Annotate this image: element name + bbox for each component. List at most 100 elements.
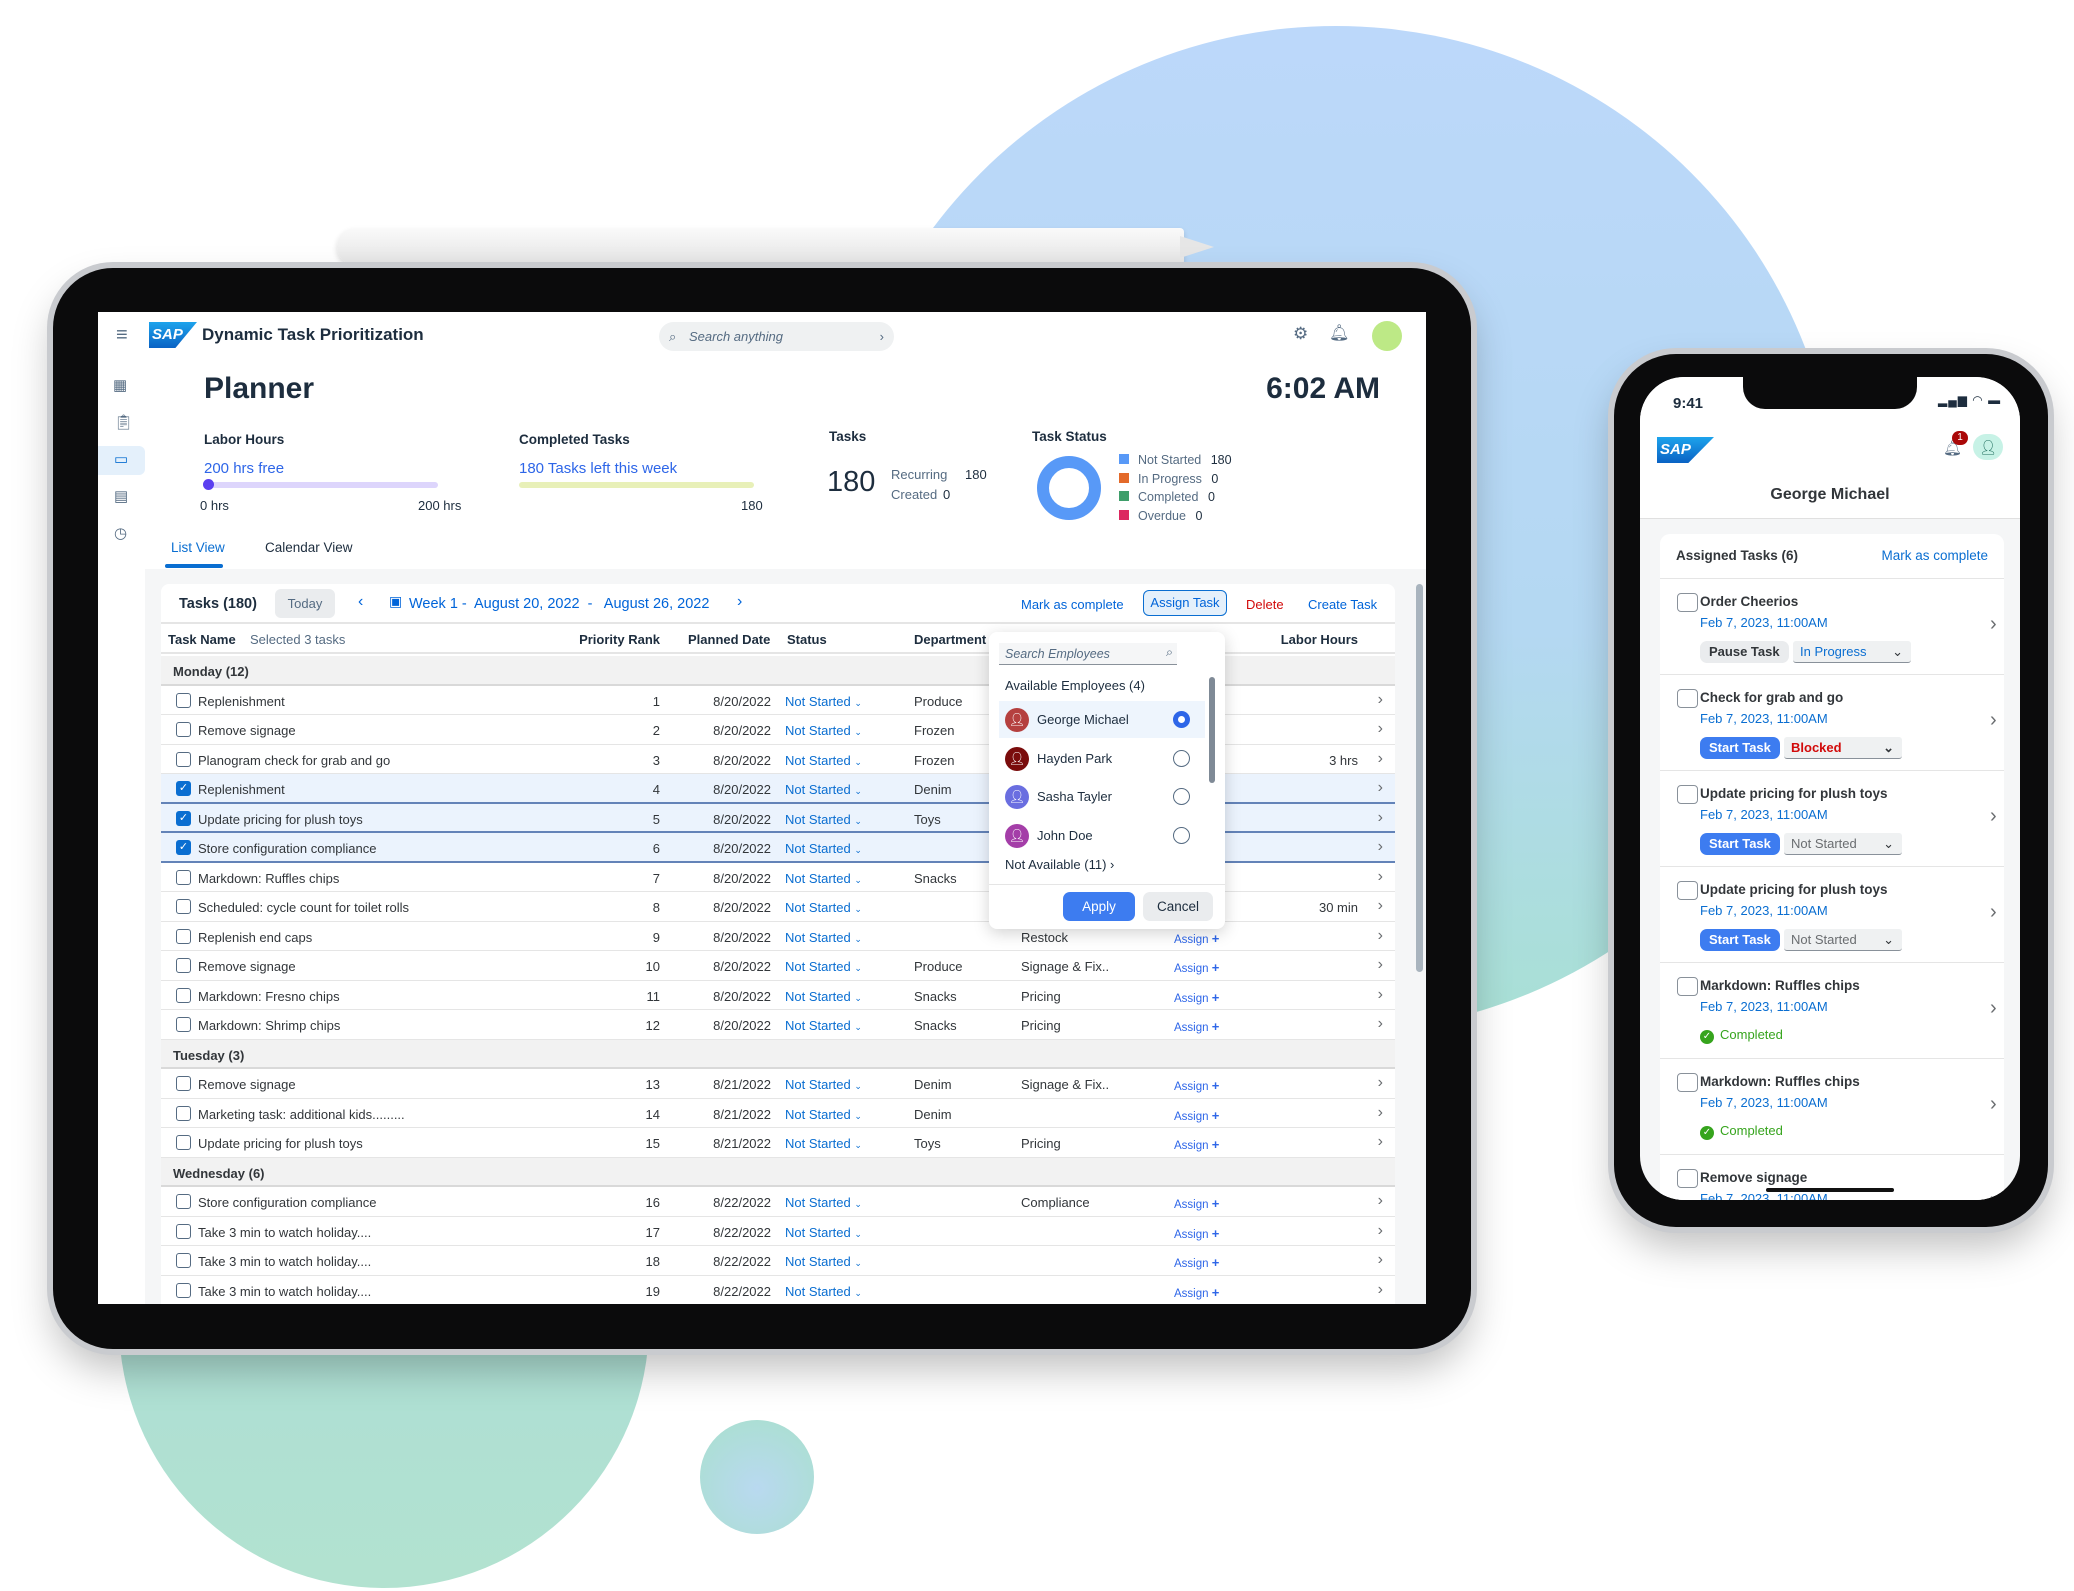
status-dropdown[interactable]: Not Started ⌄ (785, 930, 862, 945)
task-checkbox[interactable] (1677, 977, 1698, 996)
table-row[interactable]: Markdown: Shrimp chips 12 8/20/2022 Not Sta… (161, 1010, 1395, 1040)
task-checkbox[interactable] (1677, 1169, 1698, 1188)
assign-link[interactable]: Assign + (1174, 1019, 1219, 1034)
row-checkbox[interactable] (176, 987, 191, 1003)
assign-link[interactable]: Assign + (1174, 931, 1219, 946)
row-checkbox[interactable]: ✓ (176, 781, 191, 796)
chevron-right-icon[interactable]: › (1378, 1104, 1383, 1122)
assigned-task-item[interactable]: Update pricing for plush toys Feb 7, 2023… (1660, 770, 2004, 866)
assign-link[interactable]: Assign + (1174, 1108, 1219, 1123)
assign-link[interactable]: Assign + (1174, 1196, 1219, 1211)
assign-link[interactable]: Assign + (1174, 1137, 1219, 1152)
chevron-right-icon[interactable]: › (1990, 613, 1997, 636)
status-dropdown[interactable]: Not Started ⌄ (785, 871, 862, 886)
group-row[interactable]: Wednesday (6) (161, 1157, 1395, 1187)
hamburger-menu-icon[interactable]: ≡ (116, 324, 128, 347)
table-row[interactable]: Marketing task: additional kids.........… (161, 1098, 1395, 1128)
assigned-task-item[interactable]: Markdown: Ruffles chips Feb 7, 2023, 11:0… (1660, 962, 2004, 1058)
table-row[interactable]: Markdown: Fresno chips 11 8/20/2022 Not Sta… (161, 980, 1395, 1010)
status-dropdown[interactable]: Not Started ⌄ (785, 900, 862, 915)
employee-radio[interactable] (1173, 788, 1190, 805)
status-select[interactable]: Blocked ⌄ (1784, 737, 1902, 759)
assigned-task-item[interactable]: Order Cheerios Feb 7, 2023, 11:00AM Pause … (1660, 578, 2004, 674)
assign-link[interactable]: Assign + (1174, 990, 1219, 1005)
col-task-name[interactable]: Task Name (168, 632, 236, 647)
chevron-right-icon[interactable]: › (1990, 805, 1997, 828)
chevron-right-icon[interactable]: › (1378, 1133, 1383, 1151)
row-checkbox[interactable] (176, 1282, 191, 1298)
user-avatar-icon[interactable]: 👤︎ (1973, 434, 2003, 460)
col-priority[interactable]: Priority Rank (579, 632, 660, 647)
sidebar-list-icon[interactable]: ▤ (114, 487, 128, 505)
row-checkbox[interactable] (176, 958, 191, 973)
row-checkbox[interactable] (176, 1076, 191, 1091)
start-task-button[interactable]: Start Task (1700, 929, 1780, 951)
table-row[interactable]: Take 3 min to watch holiday.... 17 8/22/20… (161, 1216, 1395, 1246)
chevron-right-icon[interactable]: › (1378, 1222, 1383, 1240)
chevron-right-icon[interactable]: › (1378, 986, 1383, 1004)
status-select[interactable]: Not Started ⌄ (1784, 929, 1902, 951)
status-dropdown[interactable]: Not Started ⌄ (785, 1284, 862, 1299)
bell-icon[interactable]: 🔔︎ (1329, 323, 1349, 343)
col-labor-hours[interactable]: Labor Hours (1281, 632, 1358, 647)
task-checkbox[interactable] (1677, 1073, 1698, 1092)
assigned-task-item[interactable]: Check for grab and go Feb 7, 2023, 11:00A… (1660, 674, 2004, 770)
row-checkbox[interactable] (176, 692, 191, 708)
task-checkbox[interactable] (1677, 593, 1698, 612)
tab-list-view[interactable]: List View (171, 540, 225, 555)
row-checkbox[interactable] (176, 722, 191, 737)
assign-link[interactable]: Assign + (1174, 1255, 1219, 1270)
delete-button[interactable]: Delete (1246, 597, 1284, 612)
chevron-right-icon[interactable]: › (1378, 1281, 1383, 1299)
chevron-right-icon[interactable]: › (1378, 809, 1383, 827)
row-checkbox[interactable]: ✓ (176, 840, 191, 855)
mark-complete-button[interactable]: Mark as complete (1021, 597, 1124, 612)
gear-icon[interactable]: ⚙ (1293, 324, 1308, 344)
assign-link[interactable]: Assign + (1174, 1285, 1219, 1300)
today-button[interactable]: Today (275, 589, 335, 618)
row-checkbox[interactable] (176, 1223, 191, 1239)
start-task-button[interactable]: Start Task (1700, 737, 1780, 759)
group-row[interactable]: Tuesday (3) (161, 1039, 1395, 1069)
chevron-right-icon[interactable]: › (1378, 779, 1383, 797)
sidebar-dashboard-icon[interactable]: ▦ (113, 376, 127, 394)
employee-radio[interactable] (1173, 711, 1190, 728)
create-task-button[interactable]: Create Task (1308, 597, 1377, 612)
col-department[interactable]: Department (914, 632, 986, 647)
status-dropdown[interactable]: Not Started ⌄ (785, 812, 862, 827)
status-dropdown[interactable]: Not Started ⌄ (785, 723, 862, 738)
status-dropdown[interactable]: Not Started ⌄ (785, 1077, 862, 1092)
table-row[interactable]: Remove signage 13 8/21/2022 Not Started ⌄ De… (161, 1069, 1395, 1099)
task-checkbox[interactable] (1677, 785, 1698, 804)
table-row[interactable]: Store configuration compliance 16 8/22/202… (161, 1187, 1395, 1217)
assigned-task-item[interactable]: Update pricing for plush toys Feb 7, 2023… (1660, 866, 2004, 962)
row-checkbox[interactable] (176, 1017, 191, 1032)
status-dropdown[interactable]: Not Started ⌄ (785, 989, 862, 1004)
row-checkbox[interactable] (176, 751, 191, 767)
chevron-right-icon[interactable]: › (1378, 691, 1383, 709)
not-available-link[interactable]: Not Available (11) › (1005, 857, 1114, 872)
status-dropdown[interactable]: Not Started ⌄ (785, 782, 862, 797)
chevron-right-icon[interactable]: › (1378, 1192, 1383, 1210)
status-dropdown[interactable]: Not Started ⌄ (785, 1107, 862, 1122)
assign-task-button[interactable]: Assign Task (1143, 590, 1227, 616)
sidebar-clipboard-icon[interactable]: 📋︎ (114, 413, 133, 431)
status-dropdown[interactable]: Not Started ⌄ (785, 1018, 862, 1033)
table-row[interactable]: Take 3 min to watch holiday.... 19 8/22/20… (161, 1275, 1395, 1304)
assigned-task-item[interactable]: Remove signage Feb 7, 2023, 11:00AM › (1660, 1154, 2004, 1200)
status-dropdown[interactable]: Not Started ⌄ (785, 1136, 862, 1151)
col-planned-date[interactable]: Planned Date (688, 632, 770, 647)
table-row[interactable]: Update pricing for plush toys 15 8/21/2022… (161, 1128, 1395, 1158)
prev-week-icon[interactable]: ‹ (358, 593, 363, 611)
sidebar-calendar-icon[interactable]: ▭ (114, 450, 128, 468)
status-dropdown[interactable]: Not Started ⌄ (785, 959, 862, 974)
status-dropdown[interactable]: Not Started ⌄ (785, 753, 862, 768)
row-checkbox[interactable] (176, 1135, 191, 1150)
search-input[interactable]: ⌕ Search anything › (659, 322, 894, 351)
status-select[interactable]: Not Started ⌄ (1784, 833, 1902, 855)
status-dropdown[interactable]: Not Started ⌄ (785, 1254, 862, 1269)
page-scrollbar[interactable] (1416, 584, 1423, 972)
chevron-right-icon[interactable]: › (1378, 956, 1383, 974)
status-select[interactable]: In Progress ⌄ (1793, 641, 1911, 663)
task-checkbox[interactable] (1677, 689, 1698, 708)
